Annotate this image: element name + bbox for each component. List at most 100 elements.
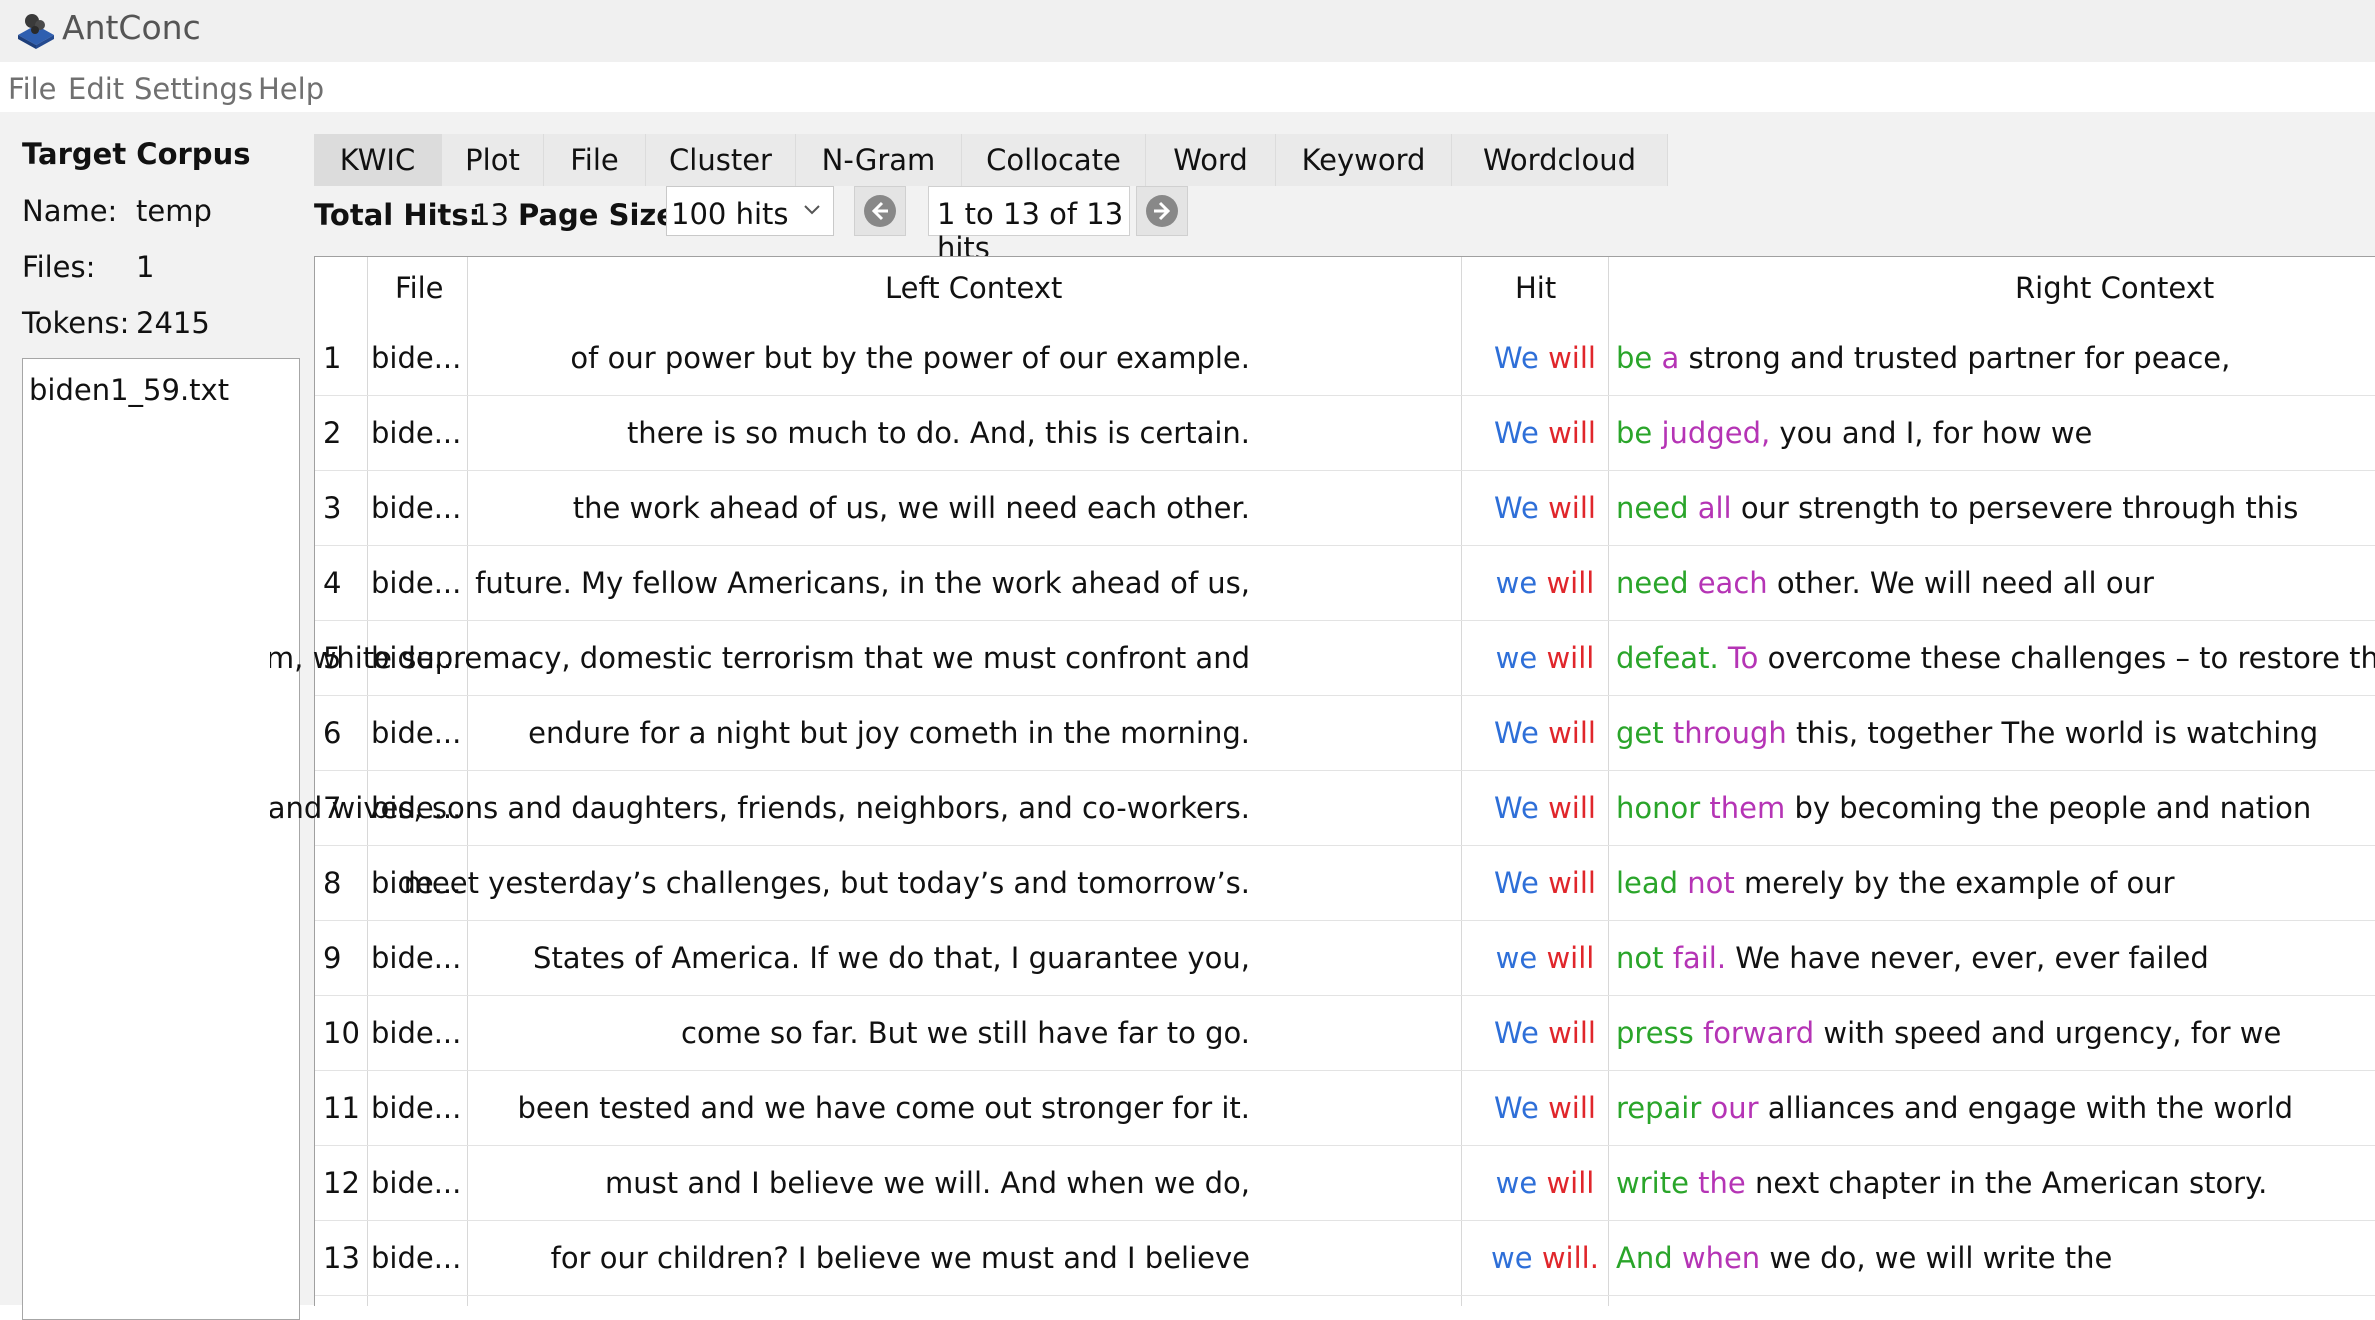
- page-size-select[interactable]: 100 hits: [666, 186, 834, 236]
- left-context-text: been tested and we have come out stronge…: [517, 1091, 1250, 1125]
- hit-cell: we will: [1475, 941, 1615, 975]
- right-context-cell: need each other. We will need all our: [1616, 566, 2154, 600]
- hit-word-2: will: [1548, 791, 1596, 825]
- tab-plot[interactable]: Plot: [442, 134, 544, 186]
- left-context-text: for our children? I believe we must and …: [550, 1241, 1250, 1275]
- tab-n-gram[interactable]: N-Gram: [796, 134, 962, 186]
- table-row[interactable]: 13 bide... for our children? I believe we …: [315, 1221, 2375, 1296]
- left-context-text: must and I believe we will. And when we …: [605, 1166, 1250, 1200]
- antconc-logo-icon: [18, 14, 54, 49]
- title-bar: AntConc: [0, 0, 2375, 62]
- right-context-rest: merely by the example of our: [1744, 866, 2175, 900]
- hit-word-2: will: [1546, 1166, 1595, 1200]
- menu-help[interactable]: Help: [258, 72, 324, 106]
- header-hit[interactable]: Hit: [1515, 271, 1556, 305]
- tab-cluster[interactable]: Cluster: [646, 134, 796, 186]
- right-context-rest: We have never, ever, ever failed: [1735, 941, 2209, 975]
- page-size-label: Page Size: [518, 198, 676, 232]
- kwic-results-table[interactable]: File Left Context Hit Right Context 1 bid…: [270, 256, 2375, 1306]
- left-context-cell: States of America. If we do that, I guar…: [270, 941, 1250, 975]
- right-context-word-2: each: [1697, 566, 1768, 600]
- right-context-cell: be judged, you and I, for how we: [1616, 416, 2092, 450]
- next-page-button[interactable]: [1136, 186, 1188, 236]
- left-context-text: and wives, sons and daughters, friends, …: [270, 791, 1250, 825]
- table-row[interactable]: 11 bide... been tested and we have come ou…: [315, 1071, 2375, 1146]
- header-right-context[interactable]: Right Context: [2015, 271, 2214, 305]
- tab-collocate[interactable]: Collocate: [962, 134, 1146, 186]
- files-value: 1: [136, 250, 155, 284]
- left-context-text: States of America. If we do that, I guar…: [533, 941, 1250, 975]
- menu-file[interactable]: File: [8, 72, 57, 106]
- right-context-word-2: the: [1698, 1166, 1746, 1200]
- right-context-rest: other. We will need all our: [1776, 566, 2154, 600]
- left-context-text: the work ahead of us, we will need each …: [572, 491, 1250, 525]
- left-context-cell: the work ahead of us, we will need each …: [270, 491, 1250, 525]
- hit-word-2: will: [1546, 941, 1595, 975]
- left-context-cell: future. My fellow Americans, in the work…: [270, 566, 1250, 600]
- right-context-rest: with speed and urgency, for we: [1823, 1016, 2282, 1050]
- hit-cell: We will: [1475, 491, 1615, 525]
- table-row[interactable]: 6 bide... endure for a night but joy comet…: [315, 696, 2375, 771]
- hit-cell: We will: [1475, 716, 1615, 750]
- table-row[interactable]: 7 bide... and wives, sons and daughters, f…: [270, 771, 2375, 846]
- hit-word-2: will: [1548, 716, 1596, 750]
- hit-word-2: will: [1548, 491, 1596, 525]
- right-context-cell: need all our strength to persevere throu…: [1616, 491, 2298, 525]
- hit-cell: We will: [1475, 866, 1615, 900]
- hit-cell: We will: [1475, 1016, 1615, 1050]
- hits-range-text: 1 to 13 of 13 hits: [937, 197, 1124, 265]
- hit-word-1: We: [1494, 866, 1539, 900]
- table-row[interactable]: 2 bide... there is so much to do. And, thi…: [315, 396, 2375, 471]
- right-context-cell: And when we do, we will write the: [1616, 1241, 2112, 1275]
- hit-cell: we will: [1475, 641, 1615, 675]
- right-context-word-1: need: [1616, 491, 1689, 525]
- tab-kwic[interactable]: KWIC: [314, 134, 442, 186]
- tab-keyword[interactable]: Keyword: [1276, 134, 1452, 186]
- right-context-word-1: repair: [1616, 1091, 1702, 1125]
- table-row[interactable]: 4 bide... future. My fellow Americans, in …: [315, 546, 2375, 621]
- right-context-rest: overcome these challenges – to restore t…: [1767, 641, 2375, 675]
- table-row[interactable]: 1 bide... of our power but by the power of…: [315, 321, 2375, 396]
- name-label: Name:: [22, 194, 118, 228]
- menu-settings[interactable]: Settings: [134, 72, 253, 106]
- table-row[interactable]: 9 bide... States of America. If we do that…: [315, 921, 2375, 996]
- right-context-cell: get through this, together The world is …: [1616, 716, 2318, 750]
- right-context-word-2: forward: [1702, 1016, 1815, 1050]
- hit-word-1: we: [1491, 1241, 1533, 1275]
- hit-word-1: we: [1495, 641, 1538, 675]
- hit-word-1: We: [1494, 341, 1539, 375]
- table-row[interactable]: 3 bide... the work ahead of us, we will ne…: [315, 471, 2375, 546]
- menu-edit[interactable]: Edit: [68, 72, 124, 106]
- right-context-word-2: not: [1687, 866, 1735, 900]
- right-context-rest: next chapter in the American story.: [1754, 1166, 2268, 1200]
- tab-file[interactable]: File: [544, 134, 646, 186]
- table-row[interactable]: 12 bide... must and I believe we will. And…: [315, 1146, 2375, 1221]
- hit-word-2: will: [1548, 1091, 1596, 1125]
- hit-word-2: will: [1548, 416, 1596, 450]
- right-context-word-1: defeat.: [1616, 641, 1719, 675]
- previous-page-button[interactable]: [854, 186, 906, 236]
- right-context-word-1: honor: [1616, 791, 1701, 825]
- header-file[interactable]: File: [395, 271, 444, 305]
- right-context-rest: you and I, for how we: [1779, 416, 2093, 450]
- hit-word-1: we: [1495, 941, 1538, 975]
- app-title: AntConc: [62, 8, 201, 47]
- table-row[interactable]: 10 bide... come so far. But we still have …: [315, 996, 2375, 1071]
- right-context-word-2: a: [1661, 341, 1680, 375]
- target-corpus-panel: Target Corpus Name: temp Files: 1 Tokens…: [0, 112, 310, 1320]
- corpus-file-item[interactable]: biden1_59.txt: [29, 373, 229, 407]
- tokens-label: Tokens:: [22, 306, 130, 340]
- left-context-cell: must and I believe we will. And when we …: [270, 1166, 1250, 1200]
- table-row[interactable]: 8 bide... meet yesterday’s challenges, but…: [315, 846, 2375, 921]
- right-context-word-2: all: [1697, 491, 1732, 525]
- hit-word-1: We: [1494, 1016, 1539, 1050]
- tab-wordcloud[interactable]: Wordcloud: [1452, 134, 1668, 186]
- corpus-file-list[interactable]: biden1_59.txt: [22, 358, 300, 1320]
- header-left-context[interactable]: Left Context: [885, 271, 1062, 305]
- hit-cell: we will: [1475, 566, 1615, 600]
- hit-word-1: We: [1494, 791, 1539, 825]
- left-context-cell: there is so much to do. And, this is cer…: [270, 416, 1250, 450]
- hit-word-2: will: [1546, 566, 1595, 600]
- table-row[interactable]: 5bide...xtremism, white supremacy, domes…: [270, 621, 2375, 696]
- tab-word[interactable]: Word: [1146, 134, 1276, 186]
